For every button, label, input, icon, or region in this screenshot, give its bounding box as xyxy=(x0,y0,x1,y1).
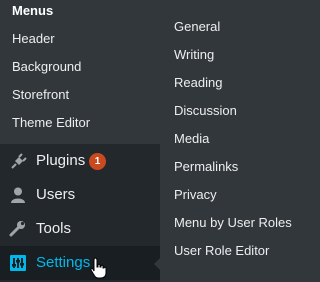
update-count-badge: 1 xyxy=(89,153,106,170)
menu-item-label: Settings xyxy=(36,254,91,271)
submenu-item-menus[interactable]: Menus xyxy=(12,3,53,19)
user-icon xyxy=(9,186,27,204)
submenu-item-storefront[interactable]: Storefront xyxy=(12,87,69,103)
flyout-item-writing[interactable]: Writing xyxy=(174,47,214,63)
flyout-item-menu-by-user-roles[interactable]: Menu by User Roles xyxy=(174,215,292,231)
settings-sliders-icon xyxy=(9,254,27,272)
menu-item-plugins[interactable]: Plugins 1 xyxy=(0,144,160,178)
menu-item-label: Tools xyxy=(36,220,72,237)
admin-menu: Menus Header Background Storefront Theme… xyxy=(0,0,160,282)
flyout-item-permalinks[interactable]: Permalinks xyxy=(174,159,238,175)
submenu-item-theme-editor[interactable]: Theme Editor xyxy=(12,115,90,131)
appearance-submenu: Menus Header Background Storefront Theme… xyxy=(0,0,160,144)
settings-flyout-menu: General Writing Reading Discussion Media… xyxy=(160,0,320,282)
menu-item-tools[interactable]: Tools xyxy=(0,212,160,246)
submenu-item-background[interactable]: Background xyxy=(12,59,81,75)
flyout-item-media[interactable]: Media xyxy=(174,131,209,147)
flyout-item-reading[interactable]: Reading xyxy=(174,75,222,91)
wp-admin-screen: Menus Header Background Storefront Theme… xyxy=(0,0,320,282)
menu-item-users[interactable]: Users xyxy=(0,178,160,212)
menu-item-settings[interactable]: Settings xyxy=(0,246,160,280)
flyout-item-discussion[interactable]: Discussion xyxy=(174,103,237,119)
flyout-item-user-role-editor[interactable]: User Role Editor xyxy=(174,243,269,259)
hand-cursor-icon xyxy=(90,257,108,279)
menu-item-label: Users xyxy=(36,186,76,203)
plugin-icon xyxy=(9,152,27,170)
menu-item-label: Plugins xyxy=(36,152,86,169)
submenu-item-header[interactable]: Header xyxy=(12,31,55,47)
flyout-item-privacy[interactable]: Privacy xyxy=(174,187,217,203)
flyout-item-general[interactable]: General xyxy=(174,19,220,35)
wrench-icon xyxy=(9,220,27,238)
